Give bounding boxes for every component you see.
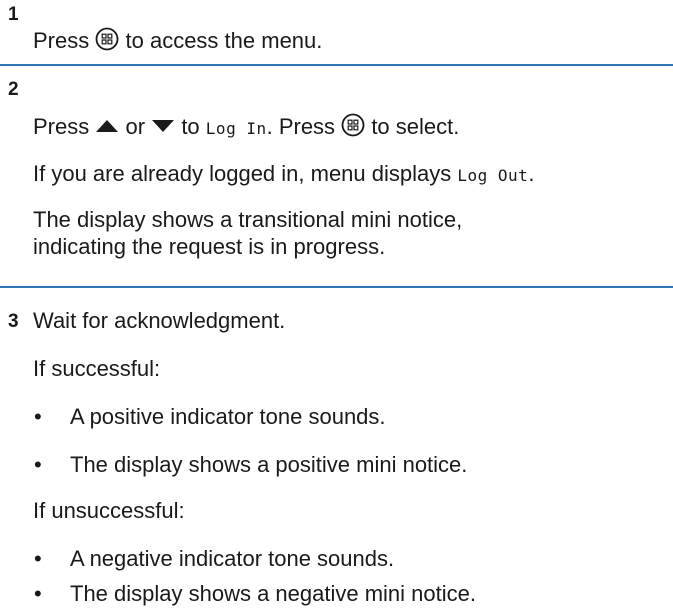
list-item: A positive indicator tone sounds. xyxy=(70,404,386,429)
down-arrow-icon xyxy=(152,120,175,132)
step-divider xyxy=(0,64,673,66)
menu-option-log-out: Log Out xyxy=(457,166,529,185)
menu-option-log-in: Log In xyxy=(205,119,267,138)
step-1-instruction: Press to access the menu. xyxy=(33,27,323,53)
step-3-instruction: Wait for acknowledgment. xyxy=(33,308,286,333)
step-2-note-progress: indicating the request is in progress. xyxy=(33,234,386,259)
bullet-marker: • xyxy=(34,404,42,429)
list-item: A negative indicator tone sounds. xyxy=(70,546,395,571)
step-number: 3 xyxy=(8,311,19,332)
success-label: If successful: xyxy=(33,356,161,381)
menu-ok-button-icon xyxy=(95,27,119,51)
step-number: 1 xyxy=(8,4,19,25)
list-item: The display shows a positive mini notice… xyxy=(70,452,468,477)
step-number: 2 xyxy=(8,79,19,100)
bullet-marker: • xyxy=(34,452,42,477)
step-divider xyxy=(0,286,673,288)
bullet-marker: • xyxy=(34,581,42,606)
menu-ok-button-icon xyxy=(341,113,365,137)
step-2-instruction: Press or to Log In. Press to select. xyxy=(33,113,460,139)
up-arrow-icon xyxy=(96,120,119,132)
step-2-note-transitional: The display shows a transitional mini no… xyxy=(33,207,463,232)
fail-label: If unsuccessful: xyxy=(33,498,185,523)
list-item: The display shows a negative mini notice… xyxy=(70,581,476,606)
bullet-marker: • xyxy=(34,546,42,571)
step-2-note-logged-in: If you are already logged in, menu displ… xyxy=(33,161,535,186)
